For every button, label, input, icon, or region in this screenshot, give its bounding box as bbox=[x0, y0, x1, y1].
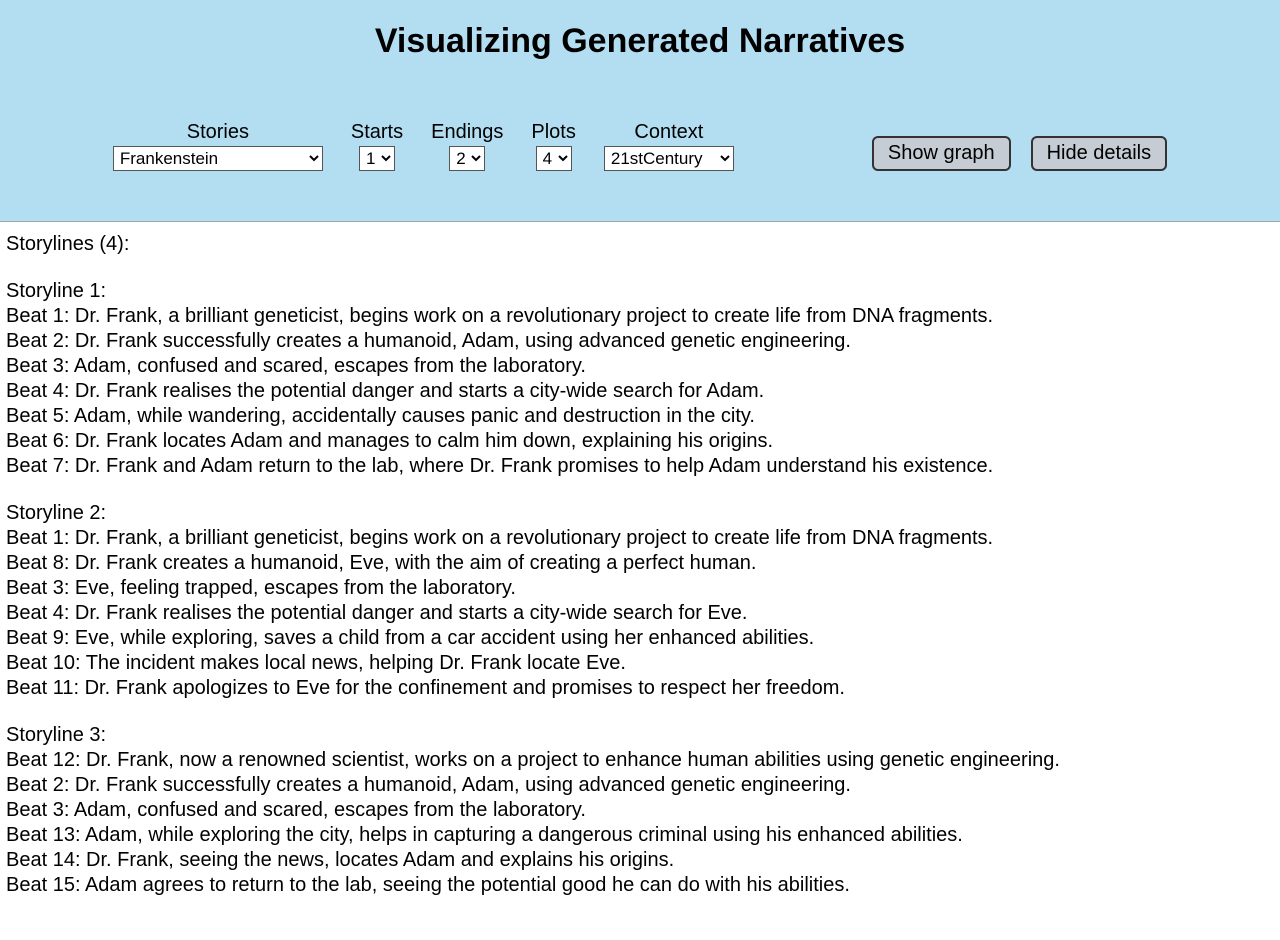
beat-line: Beat 2: Dr. Frank successfully creates a… bbox=[6, 773, 1274, 798]
hide-details-button[interactable]: Hide details bbox=[1031, 136, 1168, 171]
beat-line: Beat 2: Dr. Frank successfully creates a… bbox=[6, 329, 1274, 354]
stories-control: Stories Frankenstein bbox=[113, 121, 323, 171]
beat-line: Beat 1: Dr. Frank, a brilliant geneticis… bbox=[6, 304, 1274, 329]
storyline-title: Storyline 2: bbox=[6, 501, 1274, 526]
endings-select[interactable]: 2 bbox=[449, 146, 485, 171]
storyline: Storyline 3:Beat 12: Dr. Frank, now a re… bbox=[6, 723, 1274, 898]
button-group: Show graph Hide details bbox=[872, 136, 1167, 171]
storylines-list: Storyline 1:Beat 1: Dr. Frank, a brillia… bbox=[6, 279, 1274, 898]
beat-line: Beat 12: Dr. Frank, now a renowned scien… bbox=[6, 748, 1274, 773]
plots-control: Plots 4 bbox=[531, 121, 575, 171]
beat-line: Beat 15: Adam agrees to return to the la… bbox=[6, 873, 1274, 898]
storyline: Storyline 2:Beat 1: Dr. Frank, a brillia… bbox=[6, 501, 1274, 701]
plots-select[interactable]: 4 bbox=[536, 146, 572, 171]
context-select[interactable]: 21stCentury bbox=[604, 146, 734, 171]
beat-line: Beat 9: Eve, while exploring, saves a ch… bbox=[6, 626, 1274, 651]
beat-line: Beat 4: Dr. Frank realises the potential… bbox=[6, 601, 1274, 626]
plots-label: Plots bbox=[531, 121, 575, 144]
content-area: Storylines (4): Storyline 1:Beat 1: Dr. … bbox=[0, 222, 1280, 940]
page-title: Visualizing Generated Narratives bbox=[0, 18, 1280, 61]
header: Visualizing Generated Narratives Stories… bbox=[0, 0, 1280, 222]
beat-line: Beat 3: Adam, confused and scared, escap… bbox=[6, 354, 1274, 379]
beat-line: Beat 8: Dr. Frank creates a humanoid, Ev… bbox=[6, 551, 1274, 576]
stories-select[interactable]: Frankenstein bbox=[113, 146, 323, 171]
beat-line: Beat 3: Adam, confused and scared, escap… bbox=[6, 798, 1274, 823]
beat-line: Beat 5: Adam, while wandering, accidenta… bbox=[6, 404, 1274, 429]
starts-select[interactable]: 1 bbox=[359, 146, 395, 171]
stories-label: Stories bbox=[187, 121, 249, 144]
storylines-header: Storylines (4): bbox=[6, 232, 1274, 257]
storyline-title: Storyline 3: bbox=[6, 723, 1274, 748]
context-label: Context bbox=[634, 121, 703, 144]
show-graph-button[interactable]: Show graph bbox=[872, 136, 1011, 171]
beat-line: Beat 10: The incident makes local news, … bbox=[6, 651, 1274, 676]
context-control: Context 21stCentury bbox=[604, 121, 734, 171]
beat-line: Beat 6: Dr. Frank locates Adam and manag… bbox=[6, 429, 1274, 454]
starts-control: Starts 1 bbox=[351, 121, 403, 171]
beat-line: Beat 3: Eve, feeling trapped, escapes fr… bbox=[6, 576, 1274, 601]
controls-row: Stories Frankenstein Starts 1 Endings 2 … bbox=[0, 121, 1280, 171]
beat-line: Beat 7: Dr. Frank and Adam return to the… bbox=[6, 454, 1274, 479]
storyline-title: Storyline 1: bbox=[6, 279, 1274, 304]
beat-line: Beat 11: Dr. Frank apologizes to Eve for… bbox=[6, 676, 1274, 701]
starts-label: Starts bbox=[351, 121, 403, 144]
beat-line: Beat 14: Dr. Frank, seeing the news, loc… bbox=[6, 848, 1274, 873]
storyline: Storyline 1:Beat 1: Dr. Frank, a brillia… bbox=[6, 279, 1274, 479]
beat-line: Beat 13: Adam, while exploring the city,… bbox=[6, 823, 1274, 848]
endings-control: Endings 2 bbox=[431, 121, 503, 171]
beat-line: Beat 4: Dr. Frank realises the potential… bbox=[6, 379, 1274, 404]
beat-line: Beat 1: Dr. Frank, a brilliant geneticis… bbox=[6, 526, 1274, 551]
endings-label: Endings bbox=[431, 121, 503, 144]
